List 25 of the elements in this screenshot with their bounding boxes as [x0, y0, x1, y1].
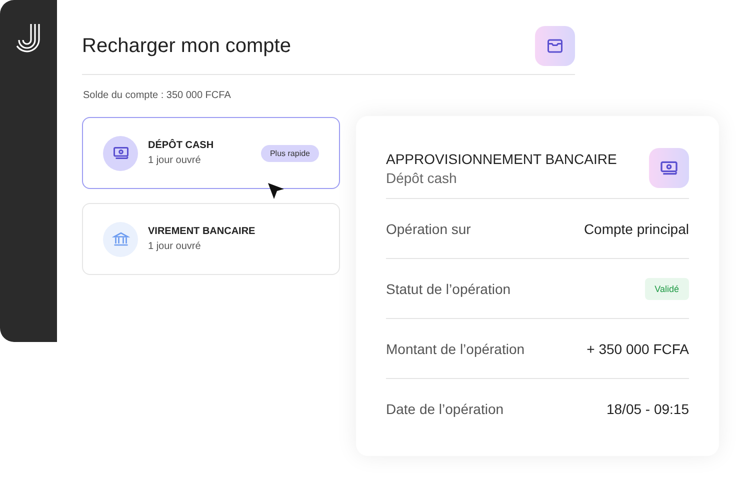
banknote-icon: [112, 144, 130, 162]
payment-option-card[interactable]: VIREMENT BANCAIRE 1 jour ouvré: [82, 203, 340, 275]
option-duration: 1 jour ouvré: [148, 155, 202, 166]
detail-value: 18/05 - 09:15: [606, 400, 689, 416]
detail-label: Montant de l’opération: [386, 340, 525, 356]
detail-label: Statut de l’opération: [386, 280, 511, 296]
details-title: APPROVISIONNEMENT BANCAIRE: [386, 150, 617, 166]
option-title: VIREMENT BANCAIRE: [148, 226, 256, 237]
detail-value: + 350 000 FCFA: [586, 340, 689, 356]
account-balance: Solde du compte : 350 000 FCFA: [83, 90, 232, 101]
wallet-button[interactable]: [535, 26, 575, 66]
detail-label: Date de l’opération: [386, 400, 504, 416]
cursor-icon: [267, 182, 285, 200]
inbox-icon: [546, 37, 564, 55]
payment-option-card[interactable]: DÉPÔT CASH 1 jour ouvré Plus rapide: [82, 117, 340, 189]
bank-icon: [112, 230, 130, 248]
page-title: Recharger mon compte: [82, 34, 291, 58]
detail-label: Opération sur: [386, 220, 471, 236]
status-badge: Validé: [644, 278, 689, 300]
fastest-badge: Plus rapide: [260, 144, 319, 162]
detail-value: Compte principal: [584, 220, 689, 236]
option-title: DÉPÔT CASH: [148, 140, 215, 151]
details-subtitle: Dépôt cash: [386, 170, 458, 186]
option-duration: 1 jour ouvré: [148, 241, 202, 252]
logo-icon: [14, 22, 42, 54]
